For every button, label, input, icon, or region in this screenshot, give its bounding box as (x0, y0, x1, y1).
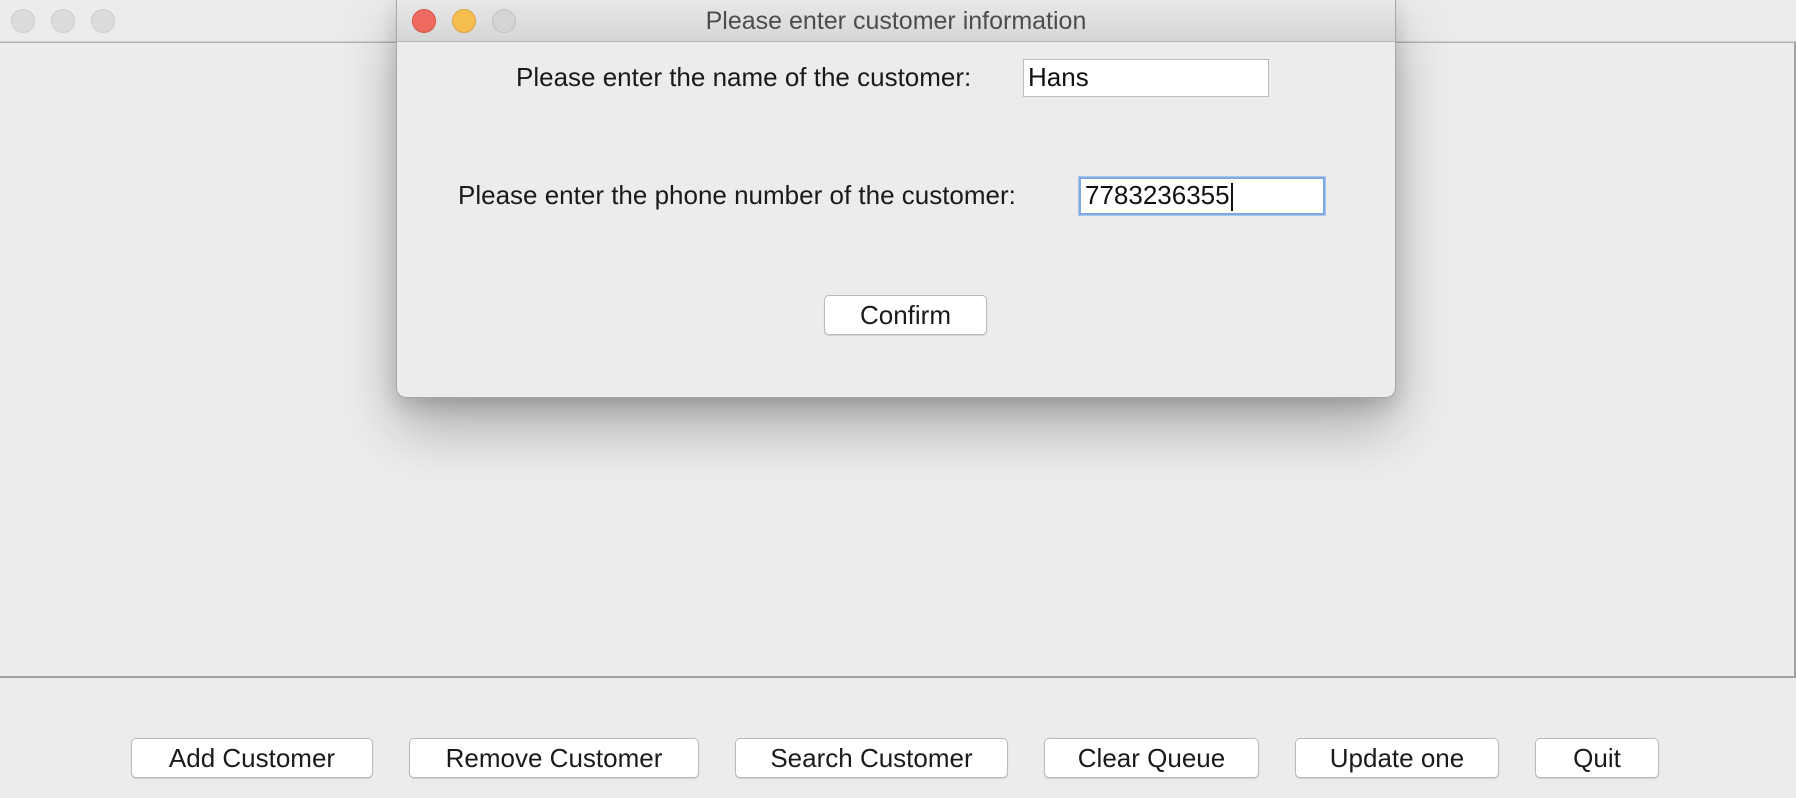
phone-input[interactable]: 7783236355 (1079, 177, 1325, 215)
action-button-bar: Add Customer Remove Customer Search Cust… (0, 678, 1796, 798)
update-one-button[interactable]: Update one (1295, 738, 1499, 778)
dialog-title: Please enter customer information (705, 7, 1087, 35)
remove-customer-button[interactable]: Remove Customer (409, 738, 699, 778)
name-label: Please enter the name of the customer: (516, 62, 972, 92)
name-input[interactable]: Hans (1023, 59, 1269, 97)
main-close-icon[interactable] (11, 9, 35, 33)
phone-input-value: 7783236355 (1085, 180, 1230, 210)
search-customer-button[interactable]: Search Customer (735, 738, 1008, 778)
main-minimize-icon[interactable] (51, 9, 75, 33)
text-caret (1230, 183, 1233, 212)
add-customer-button[interactable]: Add Customer (131, 738, 373, 778)
app-root: Add Customer Remove Customer Search Cust… (0, 0, 1796, 798)
customer-info-dialog: Please enter customer information Please… (396, 0, 1396, 398)
name-input-value: Hans (1028, 62, 1089, 92)
main-zoom-icon[interactable] (91, 9, 115, 33)
clear-queue-button[interactable]: Clear Queue (1044, 738, 1259, 778)
confirm-button[interactable]: Confirm (824, 295, 987, 335)
phone-label: Please enter the phone number of the cus… (458, 180, 1016, 210)
quit-button[interactable]: Quit (1535, 738, 1659, 778)
dialog-titlebar[interactable]: Please enter customer information (397, 0, 1395, 42)
